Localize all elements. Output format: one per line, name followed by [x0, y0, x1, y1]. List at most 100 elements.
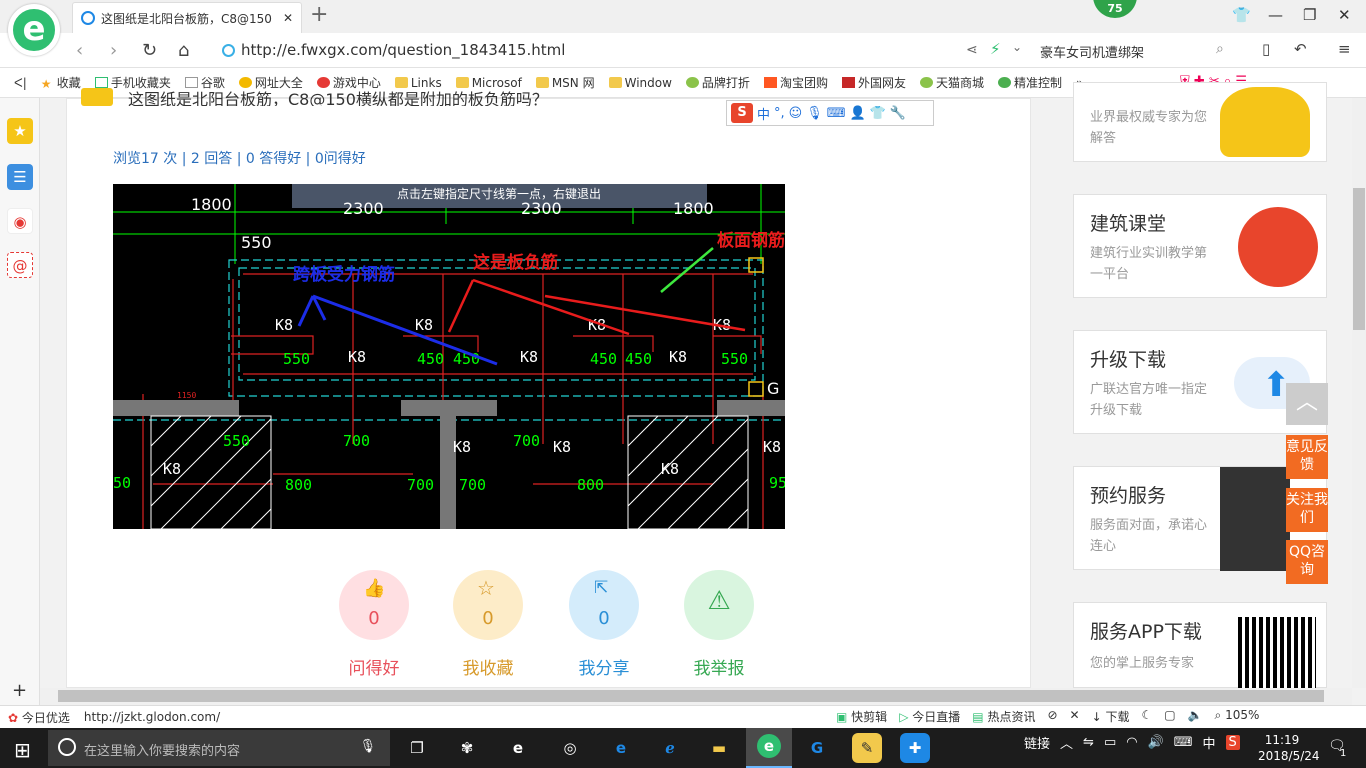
- moon-icon[interactable]: ☾: [1141, 708, 1152, 725]
- pin-icon[interactable]: ✕: [1070, 708, 1080, 725]
- bookmark-item[interactable]: 品牌打折: [685, 74, 750, 91]
- bookmark-item[interactable]: 外国网友: [841, 74, 906, 91]
- share-page-icon[interactable]: ⋖: [966, 42, 978, 58]
- status-item[interactable]: ▷ 今日直播: [899, 708, 960, 725]
- tool-icon[interactable]: ⊘: [1047, 708, 1057, 725]
- report-button[interactable]: ⚠: [684, 570, 754, 640]
- ime-lang[interactable]: 中: [757, 104, 770, 123]
- ad-app[interactable]: 服务APP下载 您的掌上服务专家: [1073, 602, 1327, 689]
- status-item[interactable]: ↓ 下载: [1092, 708, 1130, 725]
- lightning-icon[interactable]: ⚡: [990, 40, 1001, 58]
- taskbar-search-input[interactable]: 在这里输入你要搜索的内容 🎙: [48, 730, 390, 766]
- ad-expert[interactable]: 业界最权威专家为您解答: [1073, 82, 1327, 162]
- today-pick-item[interactable]: ✿ 今日优选: [8, 709, 70, 726]
- cad-drawing-image[interactable]: 点击左键指定尺寸线第一点，右键退出 1800 550 2300 2300 180…: [113, 184, 785, 529]
- notes-app-icon[interactable]: ✎: [852, 733, 882, 763]
- minimize-icon[interactable]: —: [1268, 6, 1283, 24]
- task-view-icon[interactable]: ❐: [402, 733, 432, 763]
- shirt-icon[interactable]: 👕: [1232, 6, 1251, 24]
- tray-link[interactable]: 链接: [1024, 733, 1050, 752]
- forward-icon[interactable]: ›: [110, 40, 117, 61]
- home-icon[interactable]: ⌂: [178, 40, 189, 61]
- tool-icon[interactable]: 🔧: [890, 106, 906, 121]
- search-input[interactable]: 豪车女司机遭绑架: [1040, 37, 1240, 63]
- window-icon[interactable]: ▢: [1164, 708, 1175, 725]
- search-icon[interactable]: ⌕: [1216, 41, 1224, 57]
- mic-icon[interactable]: 🎙: [806, 106, 823, 121]
- ie-blue-app-icon[interactable]: ℯ: [655, 733, 685, 763]
- url-field[interactable]: http://e.fwxgx.com/question_1843415.html: [222, 37, 962, 63]
- bookmark-item[interactable]: 淘宝团购: [763, 74, 828, 91]
- bookmark-item[interactable]: ★ 收藏: [41, 74, 81, 91]
- new-tab-button[interactable]: +: [310, 4, 328, 26]
- phone-icon[interactable]: ▯: [1262, 40, 1270, 58]
- punctuation-icon[interactable]: °,: [774, 106, 785, 121]
- follow-button[interactable]: 关注我们: [1286, 488, 1328, 532]
- chevron-down-icon[interactable]: ⌄: [1012, 40, 1022, 54]
- fan-app-icon[interactable]: ✾: [452, 733, 482, 763]
- status-item[interactable]: ▣ 快剪辑: [836, 708, 887, 725]
- like-button[interactable]: 👍 0: [339, 570, 409, 640]
- share-label[interactable]: 我分享: [559, 654, 649, 679]
- refresh-icon[interactable]: ↻: [142, 40, 157, 61]
- menu-icon[interactable]: ≡: [1338, 40, 1351, 58]
- active-tab[interactable]: 这图纸是北阳台板筋，C8@150 ✕: [72, 2, 302, 33]
- user-icon[interactable]: 👤: [850, 106, 866, 121]
- wifi-icon[interactable]: ◠: [1126, 735, 1137, 750]
- explorer-folder-icon[interactable]: ▬: [704, 733, 734, 763]
- chrome-app-icon[interactable]: ◎: [555, 733, 585, 763]
- ie-app-icon[interactable]: e: [503, 733, 533, 763]
- favorite-label[interactable]: 我收藏: [443, 654, 533, 679]
- mail-icon[interactable]: @: [7, 252, 33, 278]
- network-icon[interactable]: ⇋: [1083, 735, 1094, 750]
- windows-start-icon[interactable]: ⊞: [14, 738, 31, 762]
- add-sidebar-icon[interactable]: +: [12, 680, 27, 701]
- feedback-button[interactable]: 意见反馈: [1286, 435, 1328, 479]
- zoom-level[interactable]: ⌕ 105%: [1215, 708, 1260, 725]
- ime-toolbar[interactable]: S 中 °, ☺ 🎙 ⌨ 👤 👕 🔧: [726, 100, 934, 126]
- clock[interactable]: 11:19 2018/5/24: [1258, 732, 1320, 764]
- qq-consult-button[interactable]: QQ咨询: [1286, 540, 1328, 584]
- weibo-icon[interactable]: ◉: [7, 208, 33, 234]
- tab-close-icon[interactable]: ✕: [283, 11, 293, 25]
- ime-mode[interactable]: 中: [1203, 733, 1216, 752]
- glodon-app-icon[interactable]: G: [802, 733, 832, 763]
- back-icon[interactable]: ‹: [76, 40, 83, 61]
- skin-icon[interactable]: 👕: [870, 106, 886, 121]
- dim-number: 700: [513, 432, 540, 450]
- undo-icon[interactable]: ↶: [1294, 40, 1307, 58]
- emoji-icon[interactable]: ☺: [789, 106, 803, 121]
- sound-icon[interactable]: 🔈: [1188, 708, 1203, 725]
- vertical-scroll-thumb[interactable]: [1353, 188, 1365, 330]
- keyboard-icon[interactable]: ⌨: [827, 106, 846, 121]
- volume-icon[interactable]: 🔊: [1148, 735, 1164, 750]
- bookmark-item[interactable]: 精准控制: [997, 74, 1062, 91]
- dim-number: 700: [459, 476, 486, 494]
- horizontal-scroll-thumb[interactable]: [58, 690, 1324, 702]
- mic-icon[interactable]: 🎙: [359, 739, 376, 754]
- ad-classroom[interactable]: 建筑课堂 建筑行业实训教学第一平台: [1073, 194, 1327, 298]
- active-browser-task[interactable]: e: [746, 728, 792, 768]
- plus-app-icon[interactable]: ✚: [900, 733, 930, 763]
- favorites-star-icon[interactable]: ★: [7, 118, 33, 144]
- like-label[interactable]: 问得好: [329, 654, 419, 679]
- browser-logo[interactable]: e: [8, 4, 60, 56]
- sogou-tray-icon[interactable]: S: [1225, 735, 1240, 750]
- share-button[interactable]: ⇱ 0: [569, 570, 639, 640]
- reading-list-icon[interactable]: ☰: [7, 164, 33, 190]
- keyboard-icon[interactable]: ⌨: [1174, 735, 1193, 750]
- tray-expand-icon[interactable]: ︿: [1060, 733, 1073, 752]
- report-label[interactable]: 我举报: [674, 654, 764, 679]
- rebar-label: K8: [669, 348, 687, 366]
- edge-app-icon[interactable]: e: [606, 733, 636, 763]
- restore-icon[interactable]: ❐: [1303, 6, 1316, 24]
- collapse-sidebar-icon[interactable]: ᐸ|: [14, 76, 27, 90]
- ad-desc: 广联达官方唯一指定升级下载: [1090, 382, 1208, 418]
- favorite-button[interactable]: ☆ 0: [453, 570, 523, 640]
- close-window-icon[interactable]: ✕: [1338, 6, 1351, 24]
- folder-tray-icon[interactable]: ▭: [1104, 735, 1116, 750]
- status-item[interactable]: ▤ 热点资讯: [972, 708, 1035, 725]
- back-to-top-button[interactable]: ︿: [1286, 383, 1328, 425]
- vertical-scrollbar[interactable]: [1352, 98, 1366, 688]
- bookmark-item[interactable]: 天猫商城: [919, 74, 984, 91]
